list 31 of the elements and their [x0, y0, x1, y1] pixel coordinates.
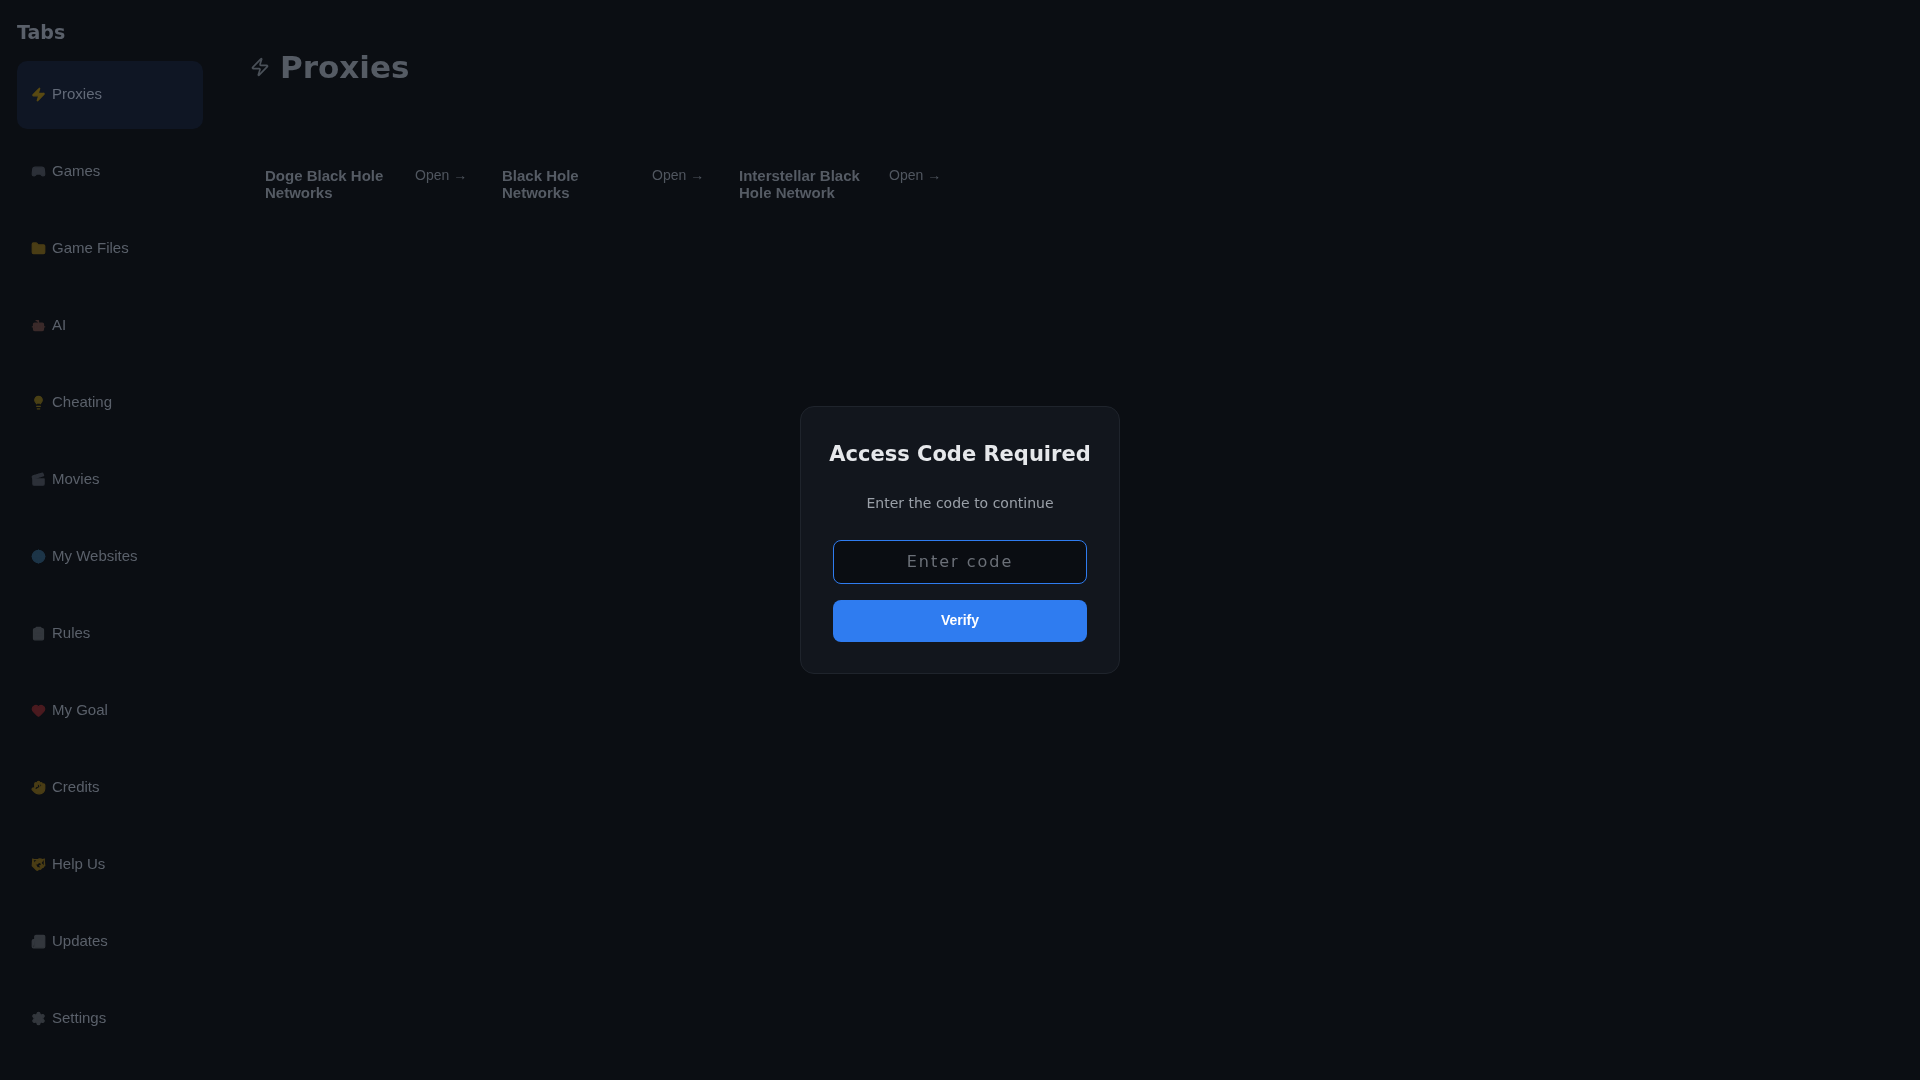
- sidebar-tab[interactable]: Proxies: [17, 60, 203, 129]
- folder-icon: [31, 241, 46, 256]
- open-link[interactable]: Open →: [889, 166, 949, 184]
- sidebar-tab[interactable]: Settings: [17, 984, 203, 1053]
- sidebar-title: Tabs: [17, 20, 67, 45]
- sidebar-tab[interactable]: Movies: [17, 445, 203, 514]
- card-title: Doge Black Hole Networks: [265, 166, 385, 201]
- page-heading: Proxies: [280, 48, 410, 87]
- lightning-icon: [31, 87, 46, 102]
- verify-button[interactable]: Verify: [833, 599, 1087, 642]
- code-input-field[interactable]: Enter code: [833, 539, 1087, 584]
- heart-icon: [31, 703, 46, 718]
- card-title: Interstellar Black Hole Network: [739, 166, 861, 201]
- sidebar-tab[interactable]: Rules: [17, 599, 203, 668]
- open-link[interactable]: Open →: [415, 166, 475, 184]
- gamepad-icon: [31, 164, 46, 179]
- dialog-title: Access Code Required: [829, 441, 1091, 468]
- lightning-icon: [250, 57, 270, 78]
- dialog-subtitle: Enter the code to continue: [866, 493, 1054, 513]
- sidebar-tab[interactable]: Credits: [17, 753, 203, 822]
- sidebar-tab[interactable]: Cheating: [17, 368, 203, 437]
- sidebar-tab[interactable]: Game Files: [17, 214, 203, 283]
- sidebar-tab[interactable]: Games: [17, 137, 203, 206]
- open-link[interactable]: Open →: [652, 166, 712, 184]
- sidebar-tab[interactable]: AI: [17, 291, 203, 360]
- sidebar-tab[interactable]: My Websites: [17, 522, 203, 591]
- sidebar-tab[interactable]: Updates: [17, 907, 203, 976]
- sidebar-tab[interactable]: My Goal: [17, 676, 203, 745]
- lightbulb-icon: [31, 395, 46, 410]
- card-title: Black Hole Networks: [502, 166, 580, 201]
- sidebar-tab[interactable]: Help Us: [17, 830, 203, 899]
